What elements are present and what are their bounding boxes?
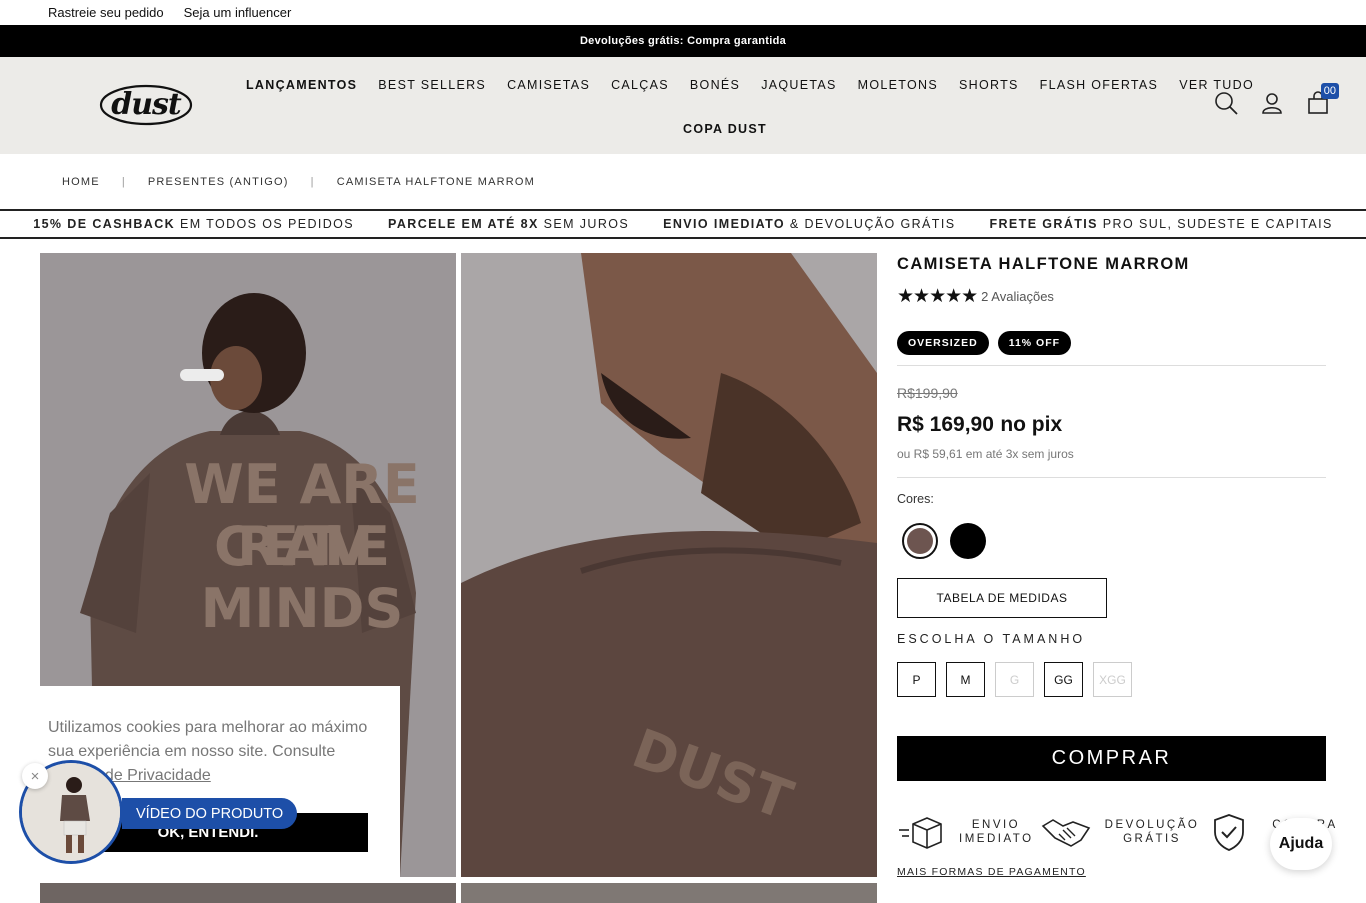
pix-price: R$ 169,90 no pix	[897, 410, 1326, 437]
print-line-2: CREATIVE	[214, 515, 390, 578]
tag-discount: 11% OFF	[997, 331, 1072, 355]
top-utility-bar: Rastreie seu pedido Seja um influencer	[0, 0, 1366, 25]
nav-item-9[interactable]: VER TUDO	[1179, 78, 1254, 92]
payment-methods-link[interactable]: MAIS FORMAS DE PAGAMENTO	[897, 866, 1326, 878]
nav-item-3[interactable]: CALÇAS	[611, 78, 669, 92]
price-suffix: no pix	[1000, 413, 1063, 436]
color-swatch-black[interactable]	[950, 523, 986, 559]
cart-count-badge: 00	[1320, 83, 1339, 99]
size-option-m[interactable]: M	[946, 662, 985, 697]
nav-item-8[interactable]: FLASH OFERTAS	[1040, 78, 1159, 92]
size-chart-button[interactable]: TABELA DE MEDIDAS	[897, 578, 1107, 618]
size-option-p[interactable]: P	[897, 662, 936, 697]
benefit-text: PRO SUL, SUDESTE E CAPITAIS	[1097, 217, 1333, 231]
nav-item-0[interactable]: LANÇAMENTOS	[246, 78, 357, 92]
handshake-icon	[1041, 818, 1091, 847]
colors-label: Cores:	[897, 492, 934, 506]
perk-devolucao: DEVOLUÇÃO GRÁTIS	[1041, 812, 1201, 852]
product-info: CAMISETA HALFTONE MARROM ★★★★★ 2 Avaliaç…	[897, 253, 1335, 878]
size-option-xgg: XGG	[1093, 662, 1132, 697]
perk-envio: ENVIO IMEDIATO	[897, 812, 1033, 852]
benefit-text: EM TODOS OS PEDIDOS	[175, 217, 355, 231]
video-label[interactable]: VÍDEO DO PRODUTO	[122, 798, 298, 829]
breadcrumb-presentes[interactable]: PRESENTES (ANTIGO)	[148, 176, 289, 188]
nav-item-7[interactable]: SHORTS	[959, 78, 1019, 92]
print-line-3: MINDS	[201, 577, 404, 640]
swatch-dot	[907, 528, 933, 554]
nav-item-copa-dust[interactable]: COPA DUST	[683, 122, 767, 136]
product-tags: OVERSIZED 11% OFF	[897, 331, 1326, 355]
perks-row: ENVIOIMEDIATO DEVOLUÇÃOGRÁTIS COMPRASE	[897, 809, 1335, 854]
svg-text:dust: dust	[111, 87, 182, 122]
star-rating-icon: ★★★★★	[897, 286, 978, 307]
benefits-bar: 15% DE CASHBACK EM TODOS OS PEDIDOS PARCE…	[0, 209, 1366, 239]
breadcrumb: HOME | PRESENTES (ANTIGO) | CAMISETA HAL…	[0, 154, 1366, 209]
shield-check-icon	[1214, 813, 1244, 851]
choose-size-label: ESCOLHA O TAMANHO	[897, 632, 1086, 646]
divider	[897, 365, 1326, 366]
color-swatches	[902, 523, 1326, 559]
benefit-highlight: FRETE GRÁTIS	[989, 217, 1098, 231]
announcement-text: Devoluções grátis: Compra garantida	[579, 35, 787, 47]
review-count[interactable]: 2 Avaliações	[981, 289, 1054, 304]
site-header: dust LANÇAMENTOS BEST SELLERS CAMISETAS CAL…	[0, 57, 1366, 154]
product-photo-3[interactable]	[40, 883, 456, 903]
benefit-highlight: ENVIO IMEDIATO	[663, 217, 786, 231]
benefit-item: FRETE GRÁTIS PRO SUL, SUDESTE E CAPITAIS	[989, 217, 1332, 231]
benefit-item: ENVIO IMEDIATO & DEVOLUÇÃO GRÁTIS	[663, 217, 955, 231]
benefit-item: 15% DE CASHBACK EM TODOS OS PEDIDOS	[33, 217, 354, 231]
nav-item-6[interactable]: MOLETONS	[858, 78, 938, 92]
dust-logo[interactable]: dust	[99, 83, 193, 127]
breadcrumb-current: CAMISETA HALFTONE MARROM	[336, 175, 536, 188]
swatch-dot	[950, 523, 986, 559]
size-option-g: G	[995, 662, 1034, 697]
cart-button[interactable]: 00	[1306, 83, 1339, 115]
nav-item-4[interactable]: BONÉS	[690, 78, 740, 92]
benefit-highlight: 15% DE CASHBACK	[33, 217, 176, 231]
buy-button[interactable]: COMPRAR	[897, 736, 1326, 781]
divider	[897, 477, 1326, 478]
size-option-gg[interactable]: GG	[1044, 662, 1083, 697]
track-order-link[interactable]: Rastreie seu pedido	[48, 5, 164, 20]
print-line-1: WE ARE	[184, 453, 420, 516]
product-rating[interactable]: ★★★★★ 2 Avaliações	[897, 285, 1326, 308]
box-shipping-icon	[899, 816, 942, 849]
benefit-text: SEM JUROS	[538, 217, 630, 231]
perk-label: ENVIO IMEDIATO	[959, 818, 1034, 845]
product-photo-closeup[interactable]: DUST	[461, 253, 877, 877]
breadcrumb-home[interactable]: HOME	[62, 176, 100, 188]
product-photo-4[interactable]	[461, 883, 877, 903]
breadcrumb-separator: |	[310, 175, 315, 188]
search-icon[interactable]	[1214, 91, 1238, 115]
perk-label: DEVOLUÇÃO GRÁTIS	[1104, 818, 1200, 845]
help-chat-button[interactable]: Ajuda	[1270, 818, 1332, 870]
old-price: R$199,90	[897, 385, 958, 401]
benefit-text: & DEVOLUÇÃO GRÁTIS	[785, 217, 956, 231]
price-value: R$ 169,90	[897, 413, 994, 436]
user-icon[interactable]	[1260, 91, 1284, 115]
size-options: P M G GG XGG	[897, 662, 1326, 697]
nav-item-1[interactable]: BEST SELLERS	[378, 78, 486, 92]
tag-oversized: OVERSIZED	[897, 331, 989, 355]
video-close-button[interactable]: ×	[22, 763, 48, 789]
installments-text: ou R$ 59,61 em até 3x sem juros	[897, 447, 1074, 461]
nav-item-2[interactable]: CAMISETAS	[507, 78, 590, 92]
benefit-highlight: PARCELE EM ATÉ 8X	[388, 217, 539, 231]
nav-item-5[interactable]: JAQUETAS	[761, 78, 836, 92]
benefit-item: PARCELE EM ATÉ 8X SEM JUROS	[388, 217, 629, 231]
announcement-bar: Devoluções grátis: Compra garantida	[0, 25, 1366, 57]
breadcrumb-separator: |	[121, 175, 126, 188]
color-swatch-brown[interactable]	[902, 523, 938, 559]
product-title: CAMISETA HALFTONE MARROM	[897, 255, 1190, 273]
influencer-link[interactable]: Seja um influencer	[184, 5, 292, 20]
